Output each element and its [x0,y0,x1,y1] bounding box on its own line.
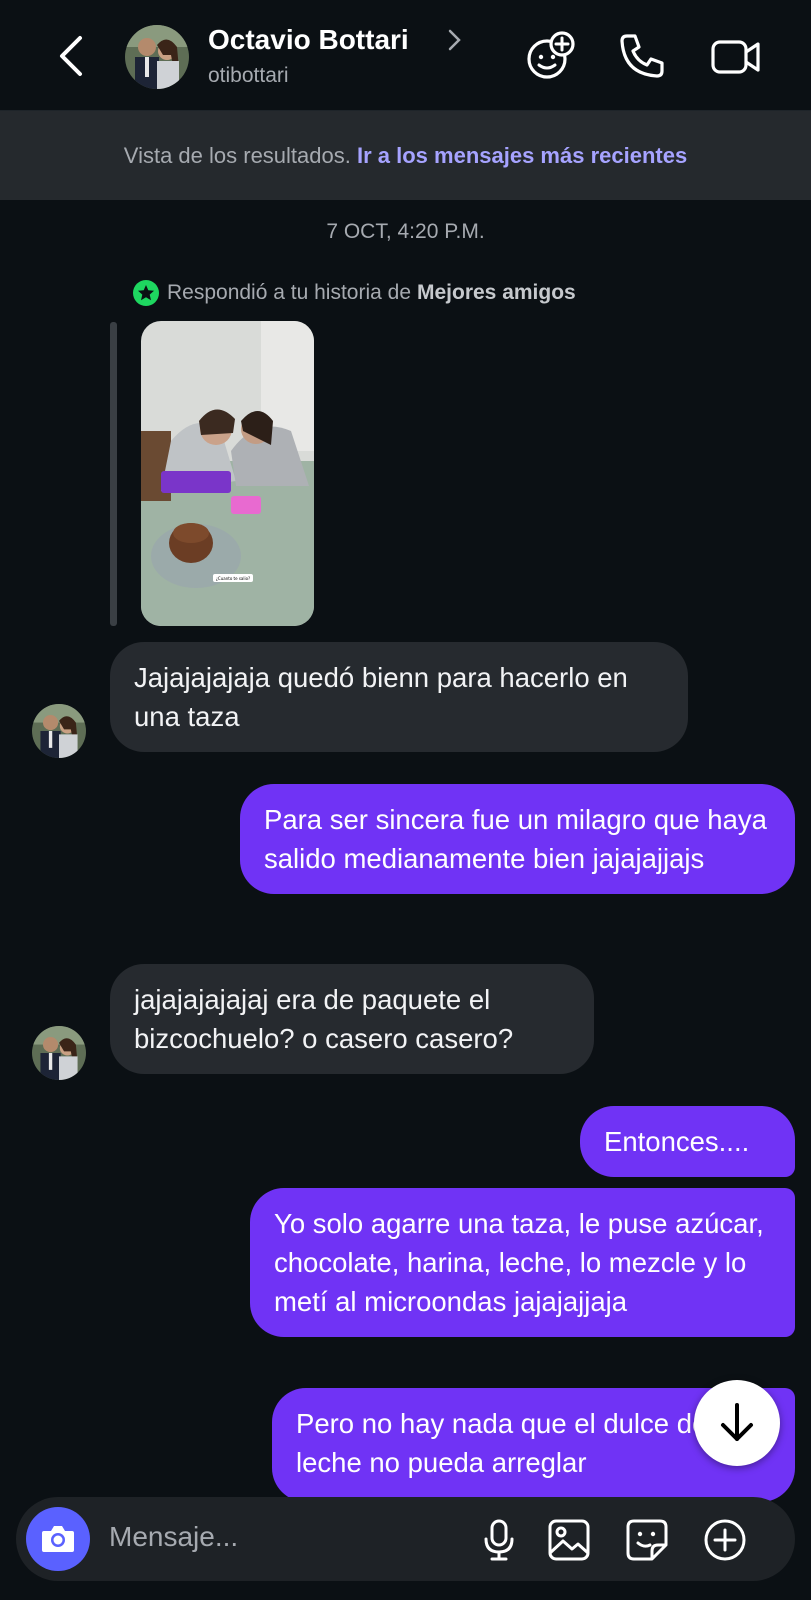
plus-icon[interactable] [702,1517,748,1563]
contact-username: otibottari [208,64,289,87]
video-camera-icon[interactable] [710,30,762,82]
message-bubble-incoming[interactable]: jajajajajajaj era de paquete el bizcochu… [110,964,594,1074]
story-thumbnail[interactable]: ¿Cuanto te salio? [141,321,314,626]
story-reply-label: Respondió a tu historia de Mejores amigo… [133,280,576,306]
message-composer: Mensaje... [16,1497,795,1581]
sender-avatar[interactable] [32,1026,86,1080]
contact-name[interactable]: Octavio Bottari [208,24,409,56]
camera-button[interactable] [26,1507,90,1571]
jump-to-recent-link[interactable]: Ir a los mensajes más recientes [357,143,687,168]
message-input[interactable]: Mensaje... [109,1521,238,1553]
story-sticker-text: ¿Cuanto te salio? [216,576,250,581]
message-bubble-incoming[interactable]: Jajajajajaja quedó bienn para hacerlo en… [110,642,688,752]
add-sticker-effect-icon[interactable] [524,30,576,82]
sticker-icon[interactable] [624,1517,670,1563]
message-bubble-outgoing[interactable]: Yo solo agarre una taza, le puse azúcar,… [250,1188,795,1337]
close-friends-label: Mejores amigos [417,281,576,304]
scroll-to-bottom-button[interactable] [694,1380,780,1466]
story-reply-bar [110,322,117,626]
gallery-icon[interactable] [546,1517,592,1563]
date-separator: 7 OCT, 4:20 P.M. [326,220,485,243]
back-icon[interactable] [52,34,92,78]
message-bubble-outgoing[interactable]: Para ser sincera fue un milagro que haya… [240,784,795,894]
sender-avatar[interactable] [32,704,86,758]
search-results-banner: Vista de los resultados. Ir a los mensaj… [0,111,811,200]
phone-icon[interactable] [616,30,668,82]
microphone-icon[interactable] [476,1517,522,1563]
close-friends-star-icon [133,280,159,306]
chat-header: Octavio Bottari otibottari [0,0,811,111]
message-bubble-outgoing[interactable]: Entonces.... [580,1106,795,1177]
story-reply-prefix: Respondió a tu historia de [167,281,411,304]
chevron-right-icon[interactable] [445,27,465,53]
contact-avatar[interactable] [125,25,189,89]
banner-text: Vista de los resultados. [123,143,351,168]
camera-icon [42,1526,74,1552]
arrow-down-icon [721,1403,753,1441]
